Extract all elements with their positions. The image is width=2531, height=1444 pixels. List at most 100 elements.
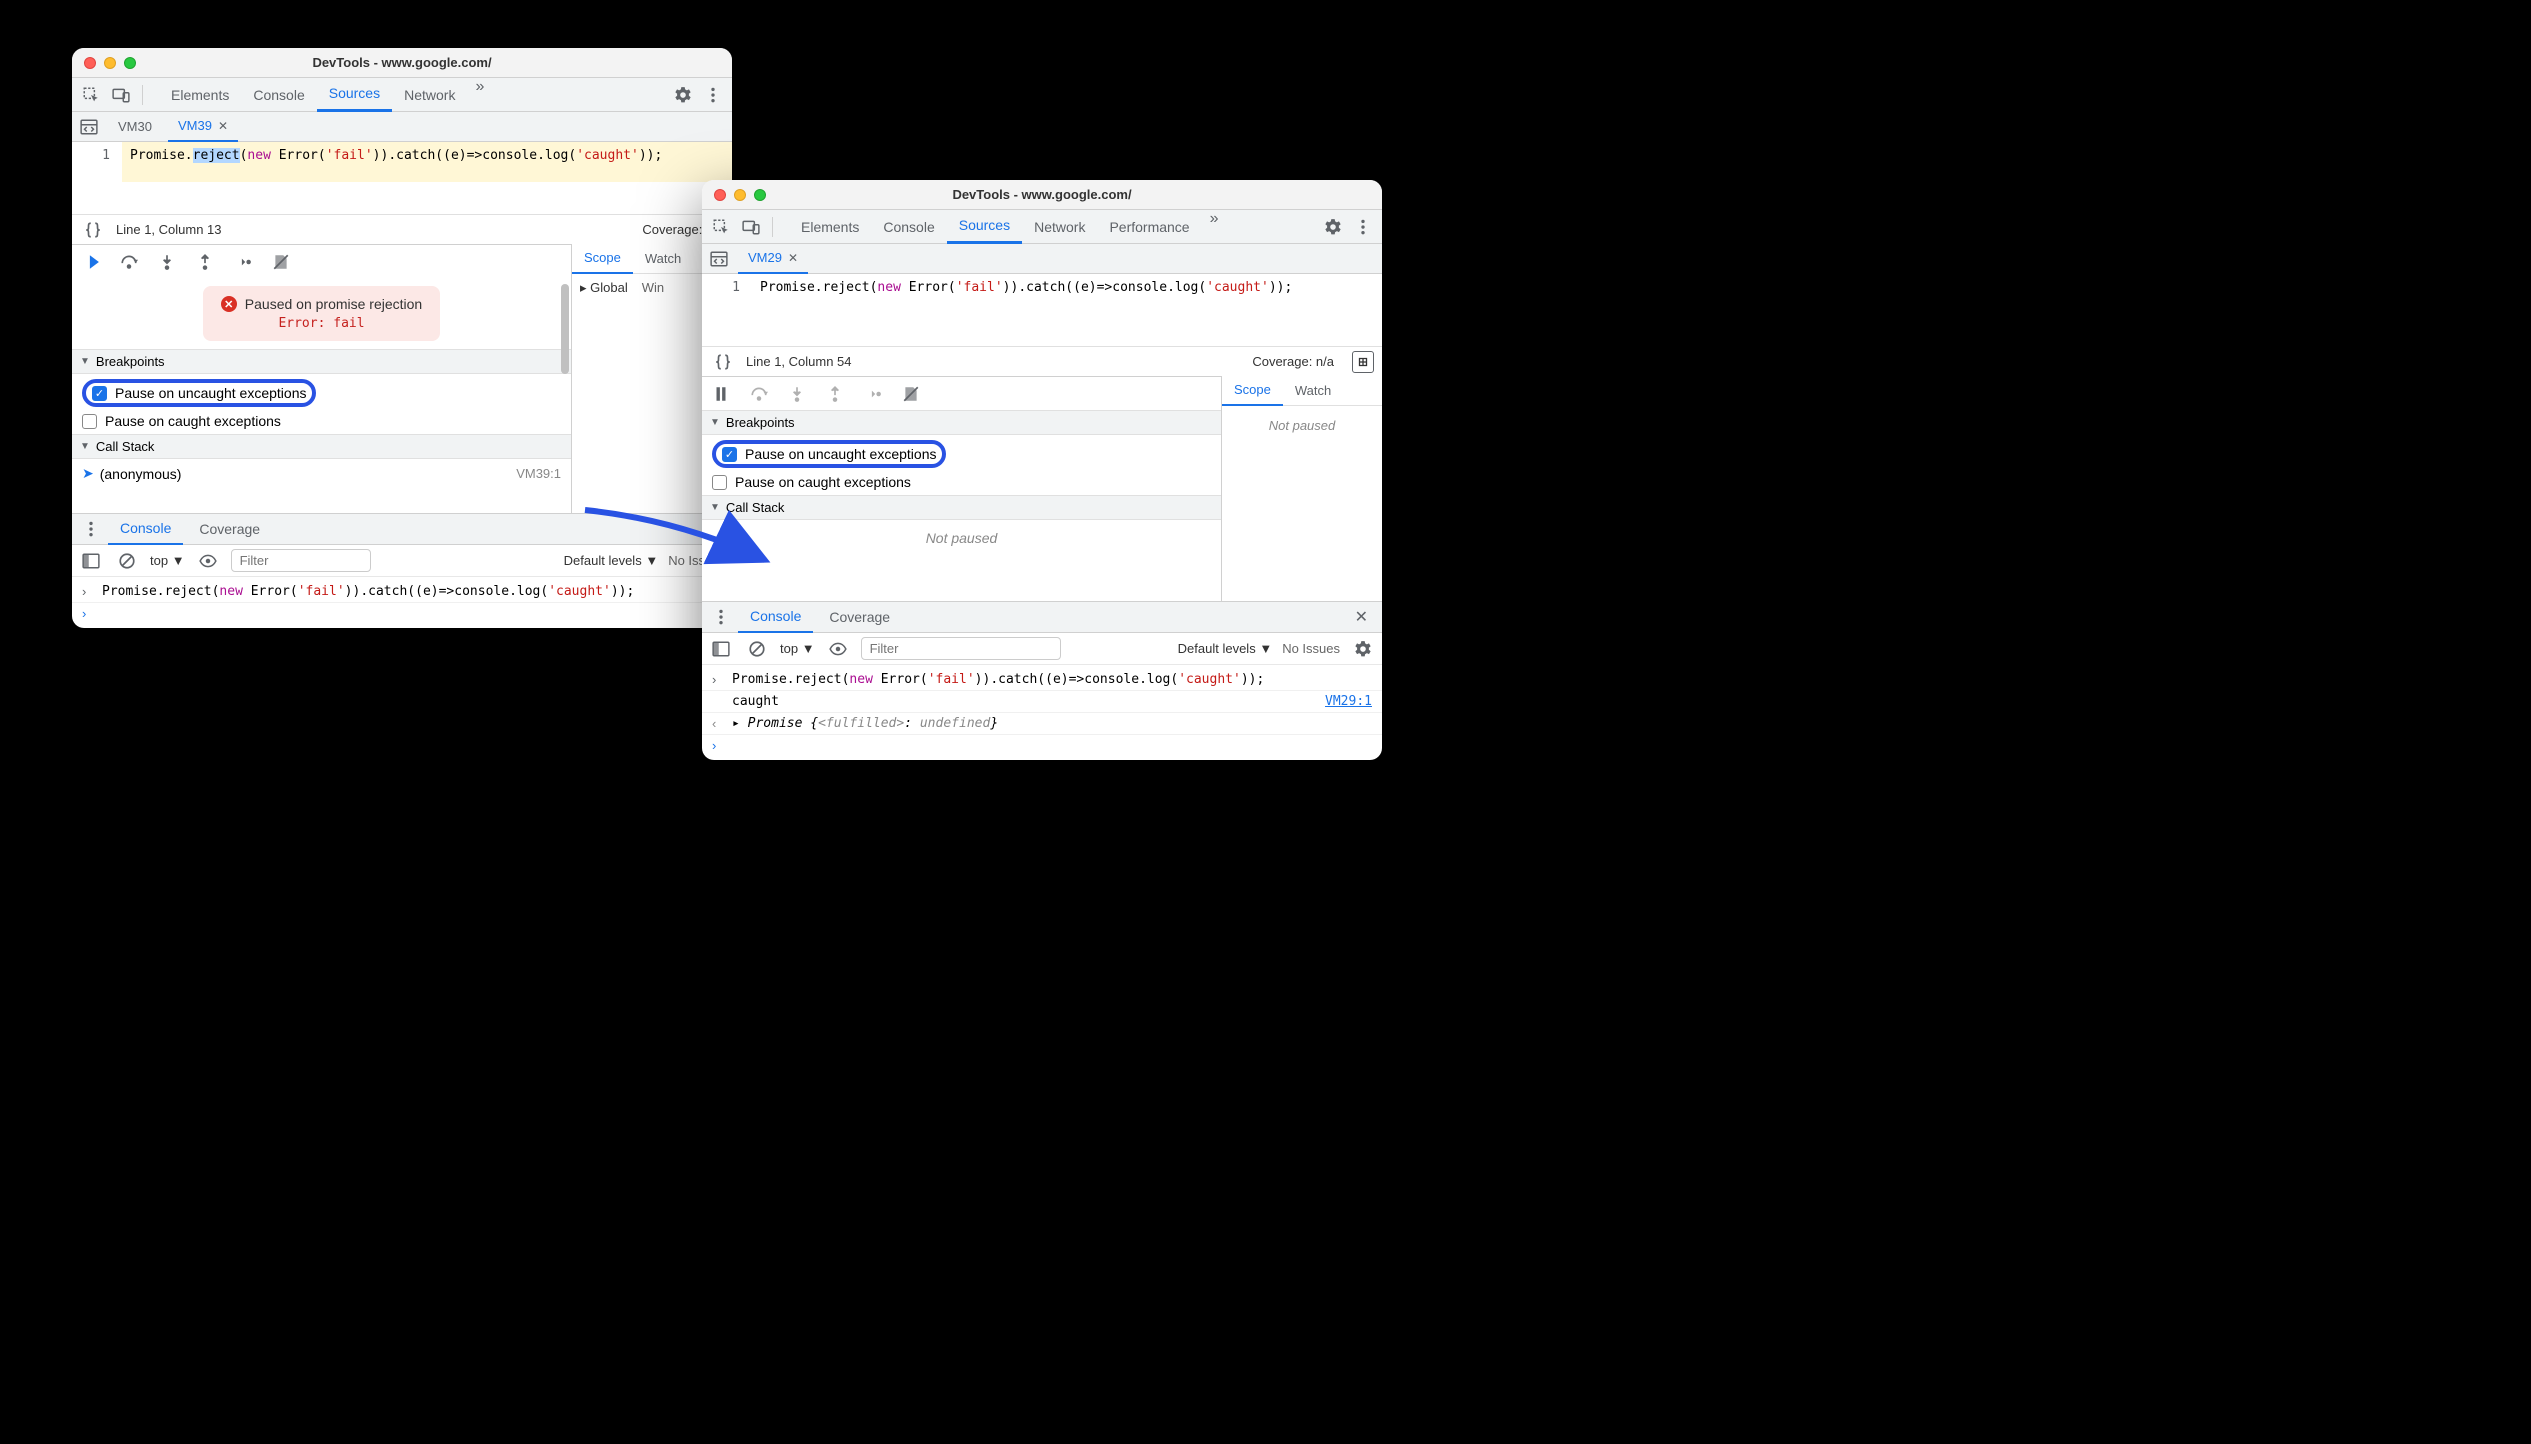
tab-network[interactable]: Network: [1022, 210, 1097, 244]
console-log-row[interactable]: caught VM29:1: [702, 691, 1382, 713]
scope-tab[interactable]: Scope: [572, 244, 633, 274]
code-line[interactable]: Promise.reject(new Error('fail')).catch(…: [752, 274, 1382, 314]
log-levels-selector[interactable]: Default levels ▼: [1178, 641, 1273, 656]
scope-tab[interactable]: Scope: [1222, 376, 1283, 406]
file-tab-vm30[interactable]: VM30: [108, 112, 162, 142]
navigator-panel-icon[interactable]: [76, 114, 102, 140]
console-sidebar-icon[interactable]: [708, 636, 734, 662]
context-selector[interactable]: top ▼: [780, 641, 815, 656]
code-line[interactable]: Promise.reject(new Error('fail')).catch(…: [122, 142, 732, 182]
watch-tab[interactable]: Watch: [633, 244, 693, 274]
step-out-icon[interactable]: [192, 249, 218, 275]
toggle-device-icon[interactable]: [108, 82, 134, 108]
log-levels-selector[interactable]: Default levels ▼: [564, 553, 659, 568]
step-icon[interactable]: [860, 381, 886, 407]
console-settings-icon[interactable]: [1350, 636, 1376, 662]
breakpoints-header[interactable]: ▼ Breakpoints: [702, 410, 1221, 435]
drawer-tab-console[interactable]: Console: [108, 513, 183, 545]
pause-uncaught-checkbox[interactable]: ✓: [92, 386, 107, 401]
tab-console[interactable]: Console: [871, 210, 946, 244]
breakpoints-header[interactable]: ▼ Breakpoints: [72, 349, 571, 374]
disclosure-triangle-icon: ▼: [710, 502, 720, 513]
close-tab-icon[interactable]: ✕: [218, 119, 228, 133]
drawer-menu-icon[interactable]: [708, 604, 734, 630]
console-sidebar-icon[interactable]: [78, 548, 104, 574]
context-selector[interactable]: top ▼: [150, 553, 185, 568]
minimize-window-button[interactable]: [734, 189, 746, 201]
live-expression-icon[interactable]: [195, 548, 221, 574]
pause-caught-checkbox[interactable]: [82, 414, 97, 429]
maximize-window-button[interactable]: [754, 189, 766, 201]
more-menu-icon[interactable]: [700, 82, 726, 108]
drawer-tab-coverage[interactable]: Coverage: [187, 513, 272, 545]
settings-gear-icon[interactable]: [670, 82, 696, 108]
source-map-icon[interactable]: [1352, 351, 1374, 373]
callstack-header[interactable]: ▼ Call Stack: [702, 495, 1221, 520]
drawer-menu-icon[interactable]: [78, 516, 104, 542]
issues-status[interactable]: No Issues: [1282, 641, 1340, 656]
toggle-device-icon[interactable]: [738, 214, 764, 240]
more-tabs-icon[interactable]: »: [467, 78, 492, 112]
pause-caught-checkbox[interactable]: [712, 475, 727, 490]
file-tabs: VM29 ✕: [702, 244, 1382, 274]
inspect-element-icon[interactable]: [78, 82, 104, 108]
close-drawer-icon[interactable]: ✕: [1347, 607, 1376, 627]
code-editor[interactable]: 1 Promise.reject(new Error('fail')).catc…: [702, 274, 1382, 314]
close-tab-icon[interactable]: ✕: [788, 251, 798, 265]
inspect-element-icon[interactable]: [708, 214, 734, 240]
more-tabs-icon[interactable]: »: [1202, 210, 1227, 244]
tab-sources[interactable]: Sources: [947, 210, 1022, 244]
tab-sources[interactable]: Sources: [317, 78, 392, 112]
scrollbar[interactable]: [561, 284, 569, 374]
navigator-panel-icon[interactable]: [706, 246, 732, 272]
deactivate-breakpoints-icon[interactable]: [898, 381, 924, 407]
tab-elements[interactable]: Elements: [789, 210, 871, 244]
resume-icon[interactable]: [78, 249, 104, 275]
console-input-row[interactable]: › Promise.reject(new Error('fail')).catc…: [72, 581, 732, 603]
maximize-window-button[interactable]: [124, 57, 136, 69]
clear-console-icon[interactable]: [744, 636, 770, 662]
settings-gear-icon[interactable]: [1320, 214, 1346, 240]
tab-elements[interactable]: Elements: [159, 78, 241, 112]
step-over-icon[interactable]: [116, 249, 142, 275]
minimize-window-button[interactable]: [104, 57, 116, 69]
pause-uncaught-checkbox[interactable]: ✓: [722, 447, 737, 462]
console-return-row[interactable]: ‹ ▸ Promise {<fulfilled>: undefined}: [702, 713, 1382, 735]
step-out-icon[interactable]: [822, 381, 848, 407]
drawer-tab-console[interactable]: Console: [738, 601, 813, 633]
step-icon[interactable]: [230, 249, 256, 275]
close-window-button[interactable]: [714, 189, 726, 201]
tab-performance[interactable]: Performance: [1097, 210, 1201, 244]
input-caret-icon: ›: [712, 672, 724, 687]
close-window-button[interactable]: [84, 57, 96, 69]
console-source-link[interactable]: VM29:1: [1325, 694, 1372, 709]
watch-tab[interactable]: Watch: [1283, 376, 1343, 406]
console-prompt[interactable]: ›: [72, 603, 732, 624]
callstack-frame[interactable]: ➤ (anonymous) VM39:1: [72, 461, 571, 486]
file-tab-vm39[interactable]: VM39 ✕: [168, 112, 238, 142]
paused-title: Paused on promise rejection: [245, 296, 422, 312]
frame-source: VM39:1: [516, 466, 561, 481]
pretty-print-icon[interactable]: [710, 349, 736, 375]
step-into-icon[interactable]: [154, 249, 180, 275]
step-into-icon[interactable]: [784, 381, 810, 407]
more-menu-icon[interactable]: [1350, 214, 1376, 240]
tab-network[interactable]: Network: [392, 78, 467, 112]
pretty-print-icon[interactable]: [80, 217, 106, 243]
pause-caught-label: Pause on caught exceptions: [735, 474, 911, 490]
console-prompt[interactable]: ›: [702, 735, 1382, 756]
drawer-tab-coverage[interactable]: Coverage: [817, 601, 902, 633]
live-expression-icon[interactable]: [825, 636, 851, 662]
step-over-icon[interactable]: [746, 381, 772, 407]
console-toolbar: top ▼ Default levels ▼ No Issues: [702, 633, 1382, 665]
tab-console[interactable]: Console: [241, 78, 316, 112]
deactivate-breakpoints-icon[interactable]: [268, 249, 294, 275]
callstack-header[interactable]: ▼ Call Stack: [72, 434, 571, 459]
filter-input[interactable]: [861, 637, 1061, 660]
pause-icon[interactable]: [708, 381, 734, 407]
code-editor[interactable]: 1 Promise.reject(new Error('fail')).catc…: [72, 142, 732, 182]
filter-input[interactable]: [231, 549, 371, 572]
clear-console-icon[interactable]: [114, 548, 140, 574]
console-input-row[interactable]: › Promise.reject(new Error('fail')).catc…: [702, 669, 1382, 691]
file-tab-vm29[interactable]: VM29 ✕: [738, 244, 808, 274]
